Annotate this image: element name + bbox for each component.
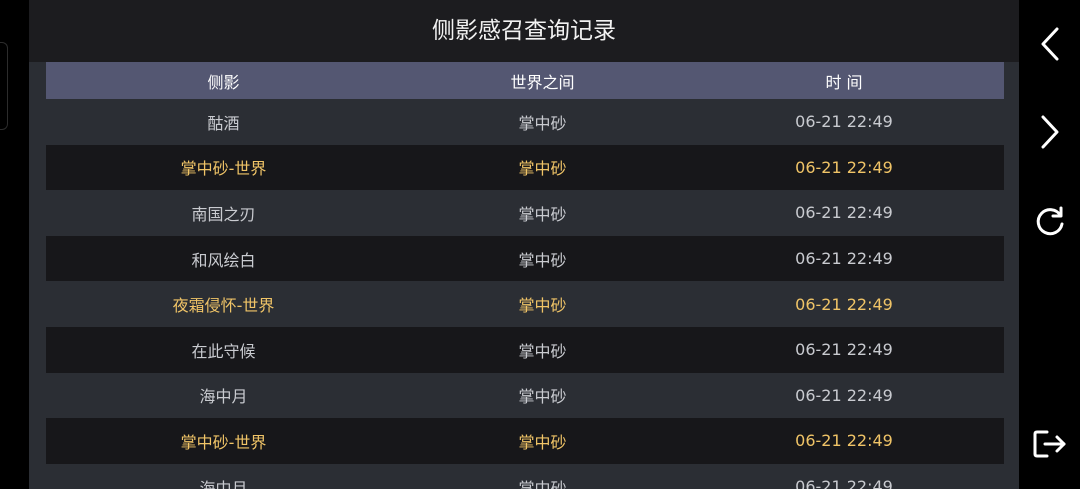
cell-world: 掌中砂	[518, 296, 567, 316]
left-edge-handle[interactable]	[0, 42, 8, 130]
table-row[interactable]: 海中月 掌中砂 06-21 22:49	[46, 463, 1004, 489]
table-row[interactable]: 在此守候 掌中砂 06-21 22:49	[46, 326, 1004, 373]
cell-world: 掌中砂	[518, 113, 567, 133]
cell-world: 掌中砂	[518, 478, 567, 489]
cell-time: 06-21 22:49	[795, 340, 893, 360]
table-body[interactable]: 酤酒 掌中砂 06-21 22:49 掌中砂-世界 掌中砂 06-21 22:49 南国之刃…	[46, 99, 1004, 489]
refresh-button[interactable]	[1030, 201, 1070, 241]
cell-time: 06-21 22:49	[795, 477, 893, 489]
cell-world: 掌中砂	[518, 432, 567, 452]
cell-time: 06-21 22:49	[795, 294, 893, 314]
chevron-left-icon	[1041, 27, 1059, 61]
cell-shadow-name: 南国之刃	[191, 204, 256, 224]
cell-time: 06-21 22:49	[795, 431, 893, 451]
record-panel: 侧影感召查询记录 侧影 世界之间 时 间 酤酒 掌中砂 06-21 22:49 掌中砂…	[29, 0, 1019, 489]
table-row[interactable]: 夜霜侵怀-世界 掌中砂 06-21 22:49	[46, 281, 1004, 327]
cell-shadow-name: 夜霜侵怀-世界	[172, 296, 275, 316]
page-title: 侧影感召查询记录	[29, 0, 1019, 62]
cell-shadow-name: 掌中砂-世界	[180, 159, 267, 179]
prev-button[interactable]	[1030, 24, 1070, 64]
cell-shadow-name: 海中月	[199, 387, 248, 407]
cell-world: 掌中砂	[518, 341, 567, 361]
table-row[interactable]: 南国之刃 掌中砂 06-21 22:49	[46, 190, 1004, 236]
cell-time: 06-21 22:49	[795, 203, 893, 223]
cell-shadow-name: 酤酒	[207, 113, 240, 133]
column-header-time: 时 间	[825, 72, 863, 92]
column-header-world: 世界之间	[510, 72, 575, 92]
side-controls	[1022, 0, 1080, 489]
table-row[interactable]: 海中月 掌中砂 06-21 22:49	[46, 372, 1004, 419]
screen: 侧影感召查询记录 侧影 世界之间 时 间 酤酒 掌中砂 06-21 22:49 掌中砂…	[0, 0, 1080, 489]
cell-world: 掌中砂	[518, 159, 567, 179]
cell-time: 06-21 22:49	[795, 249, 893, 269]
cell-time: 06-21 22:49	[795, 157, 893, 177]
cell-world: 掌中砂	[518, 204, 567, 224]
cell-shadow-name: 在此守候	[191, 341, 256, 361]
cell-world: 掌中砂	[518, 250, 567, 270]
next-button[interactable]	[1030, 112, 1070, 152]
refresh-icon	[1036, 206, 1064, 236]
table-row[interactable]: 和风绘白 掌中砂 06-21 22:49	[46, 235, 1004, 282]
exit-icon	[1033, 430, 1066, 458]
cell-time: 06-21 22:49	[795, 385, 893, 405]
table-row[interactable]: 掌中砂-世界 掌中砂 06-21 22:49	[46, 144, 1004, 191]
cell-shadow-name: 和风绘白	[191, 250, 256, 270]
cell-shadow-name: 海中月	[199, 478, 248, 489]
cell-shadow-name: 掌中砂-世界	[180, 432, 267, 452]
cell-time: 06-21 22:49	[795, 112, 893, 132]
table-row[interactable]: 酤酒 掌中砂 06-21 22:49	[46, 99, 1004, 145]
column-header-shadow: 侧影	[207, 72, 240, 92]
cell-world: 掌中砂	[518, 387, 567, 407]
record-table: 侧影 世界之间 时 间 酤酒 掌中砂 06-21 22:49 掌中砂-世界 掌中砂 06-…	[46, 62, 1004, 489]
exit-button[interactable]	[1030, 424, 1070, 464]
table-header: 侧影 世界之间 时 间	[46, 62, 1004, 99]
table-row[interactable]: 掌中砂-世界 掌中砂 06-21 22:49	[46, 418, 1004, 464]
chevron-right-icon	[1041, 115, 1059, 149]
